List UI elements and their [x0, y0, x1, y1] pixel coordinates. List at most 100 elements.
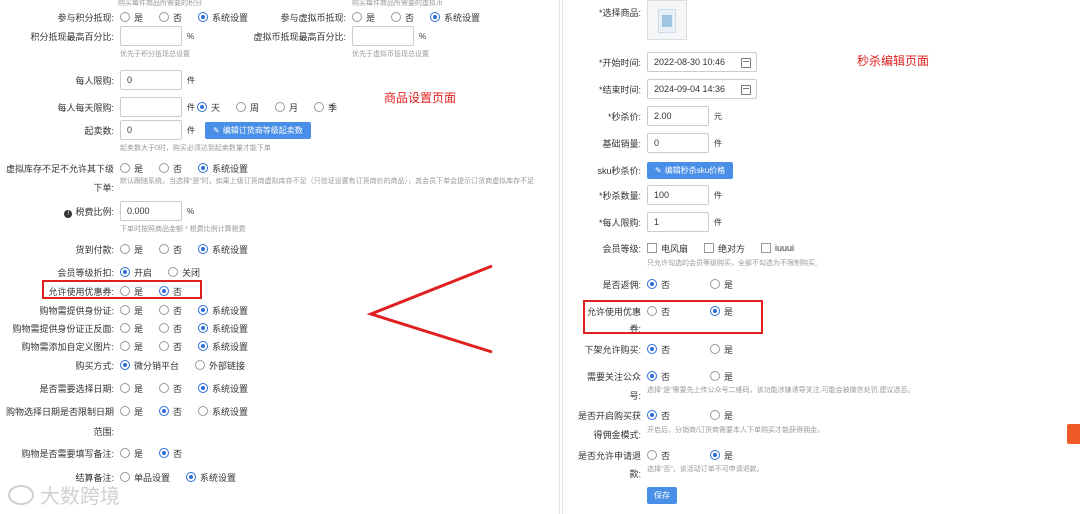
label: 购物选择日期是否限制日期 — [5, 406, 114, 417]
radio-no[interactable]: 否 — [647, 370, 670, 383]
virtual-pct-input[interactable] — [352, 26, 414, 46]
annotation-text: 秒杀编辑页面 — [857, 54, 930, 68]
radio-system[interactable]: 系统设置 — [198, 382, 248, 395]
checkbox-level[interactable]: 绝对方 — [704, 242, 745, 255]
tax-rate-input[interactable]: 0.000 — [120, 201, 182, 221]
highlight-box — [583, 300, 763, 334]
edit-min-qty-button[interactable]: ✎ 编辑订货商等级起卖数 — [205, 121, 311, 139]
label: 积分抵现最高百分比: — [30, 31, 114, 42]
radio-yes[interactable]: 是 — [710, 449, 733, 462]
radio-no[interactable]: 否 — [159, 405, 182, 418]
radio-platform[interactable]: 微分销平台 — [120, 359, 179, 372]
radio-system[interactable]: 系统设置 — [186, 471, 236, 484]
radio-no[interactable]: 否 — [647, 343, 670, 356]
min-qty-input[interactable]: 0 — [120, 120, 182, 140]
radio-yes[interactable]: 是 — [120, 11, 143, 24]
checkbox-level[interactable]: iuuui — [761, 243, 794, 253]
price-input[interactable]: 2.00 — [647, 106, 709, 126]
radio-yes[interactable]: 是 — [710, 343, 733, 356]
radio-week[interactable]: 周 — [236, 101, 259, 114]
radio-yes[interactable]: 是 — [120, 405, 143, 418]
radio-no[interactable]: 否 — [159, 447, 182, 460]
side-widget-icon[interactable] — [1067, 424, 1080, 444]
unit: 件 — [187, 102, 195, 112]
radio-no[interactable]: 否 — [159, 382, 182, 395]
radio-yes[interactable]: 是 — [710, 370, 733, 383]
radio-yes[interactable]: 是 — [120, 382, 143, 395]
per-person-limit-input[interactable]: 0 — [120, 70, 182, 90]
label: 款: — [629, 469, 641, 479]
hint: 只允许勾选的会员等级购买，全部不勾选为不限制购买; — [647, 260, 817, 267]
radio-no[interactable]: 否 — [647, 278, 670, 291]
label: 每人限购: — [75, 75, 114, 86]
radio-yes[interactable]: 是 — [120, 322, 143, 335]
base-sales-input[interactable]: 0 — [647, 133, 709, 153]
radio-no[interactable]: 否 — [159, 11, 182, 24]
hint: 选择“否”，该活动订单不可申请退款。 — [647, 466, 764, 473]
label: 起卖数: — [84, 125, 114, 136]
qty-input[interactable]: 100 — [647, 185, 709, 205]
radio-system[interactable]: 系统设置 — [430, 11, 480, 24]
logo-icon — [8, 484, 34, 505]
hint: 起卖数大于0时，购买必须达到起卖数量才能下单 — [120, 145, 271, 152]
per-day-limit-input[interactable] — [120, 97, 182, 117]
radio-system[interactable]: 系统设置 — [198, 304, 248, 317]
unit: 件 — [714, 138, 722, 148]
label: 需要关注公众 — [586, 371, 641, 382]
radio-no[interactable]: 否 — [159, 162, 182, 175]
radio-no[interactable]: 否 — [159, 304, 182, 317]
radio-no[interactable]: 否 — [391, 11, 414, 24]
radio-yes[interactable]: 是 — [120, 162, 143, 175]
label: 号: — [629, 391, 641, 401]
goods-settings-panel: 购买每件商品所需要的积分 购买每件商品所需要的虚拟币 参与积分抵现: 是 否 系… — [0, 0, 560, 514]
unit: 件 — [714, 190, 722, 200]
radio-day[interactable]: 天 — [197, 101, 220, 114]
radio-no[interactable]: 否 — [159, 340, 182, 353]
label: 购物需提供身份证正反面: — [12, 323, 114, 334]
label: 得佣金模式: — [593, 430, 641, 440]
unit: 件 — [187, 125, 195, 135]
radio-yes[interactable]: 是 — [710, 278, 733, 291]
radio-external[interactable]: 外部链接 — [195, 359, 245, 372]
start-time-input[interactable]: 2022-08-30 10:46 — [647, 52, 757, 72]
save-button[interactable]: 保存 — [647, 487, 677, 504]
per-limit-input[interactable]: 1 — [647, 212, 709, 232]
radio-system[interactable]: 系统设置 — [198, 340, 248, 353]
radio-system[interactable]: 系统设置 — [198, 405, 248, 418]
unit: % — [187, 31, 195, 41]
radio-yes[interactable]: 是 — [710, 409, 733, 422]
radio-no[interactable]: 否 — [647, 409, 670, 422]
radio-single[interactable]: 单品设置 — [120, 471, 170, 484]
label: 虚拟币抵现最高百分比: — [253, 31, 346, 42]
radio-off[interactable]: 关闭 — [168, 266, 200, 279]
radio-yes[interactable]: 是 — [352, 11, 375, 24]
hint: 优先于虚拟币抵现总设置 — [352, 51, 429, 58]
unit: 件 — [187, 75, 195, 85]
calendar-icon — [741, 85, 751, 95]
radio-no[interactable]: 否 — [159, 322, 182, 335]
end-time-input[interactable]: 2024-09-04 14:36 — [647, 79, 757, 99]
radio-system[interactable]: 系统设置 — [198, 162, 248, 175]
goods-thumbnail[interactable] — [647, 0, 687, 40]
radio-yes[interactable]: 是 — [120, 340, 143, 353]
hint: 默认跟随系统，当选择“是”时，如果上级订货商虚拟库存不足（只验证设置有订货商价的… — [120, 178, 535, 185]
edit-sku-price-button[interactable]: ✎ 编辑秒杀sku价格 — [647, 161, 734, 179]
label: 每人每天限购: — [57, 102, 114, 113]
radio-on[interactable]: 开启 — [120, 266, 152, 279]
radio-yes[interactable]: 是 — [120, 304, 143, 317]
radio-no[interactable]: 否 — [159, 243, 182, 256]
radio-system[interactable]: 系统设置 — [198, 243, 248, 256]
radio-system[interactable]: 系统设置 — [198, 322, 248, 335]
points-pct-input[interactable] — [120, 26, 182, 46]
radio-yes[interactable]: 是 — [120, 243, 143, 256]
radio-yes[interactable]: 是 — [120, 447, 143, 460]
checkbox-level[interactable]: 电风扇 — [647, 242, 688, 255]
label: 货到付款: — [75, 244, 114, 255]
hint: 购买每件商品所需要的积分 — [118, 0, 202, 7]
label: 虚拟库存不足不允许其下级 — [5, 163, 114, 174]
label: 范围: — [93, 427, 114, 437]
radio-no[interactable]: 否 — [647, 449, 670, 462]
radio-quarter[interactable]: 季 — [314, 101, 337, 114]
radio-month[interactable]: 月 — [275, 101, 298, 114]
label: 下单: — [93, 183, 114, 193]
